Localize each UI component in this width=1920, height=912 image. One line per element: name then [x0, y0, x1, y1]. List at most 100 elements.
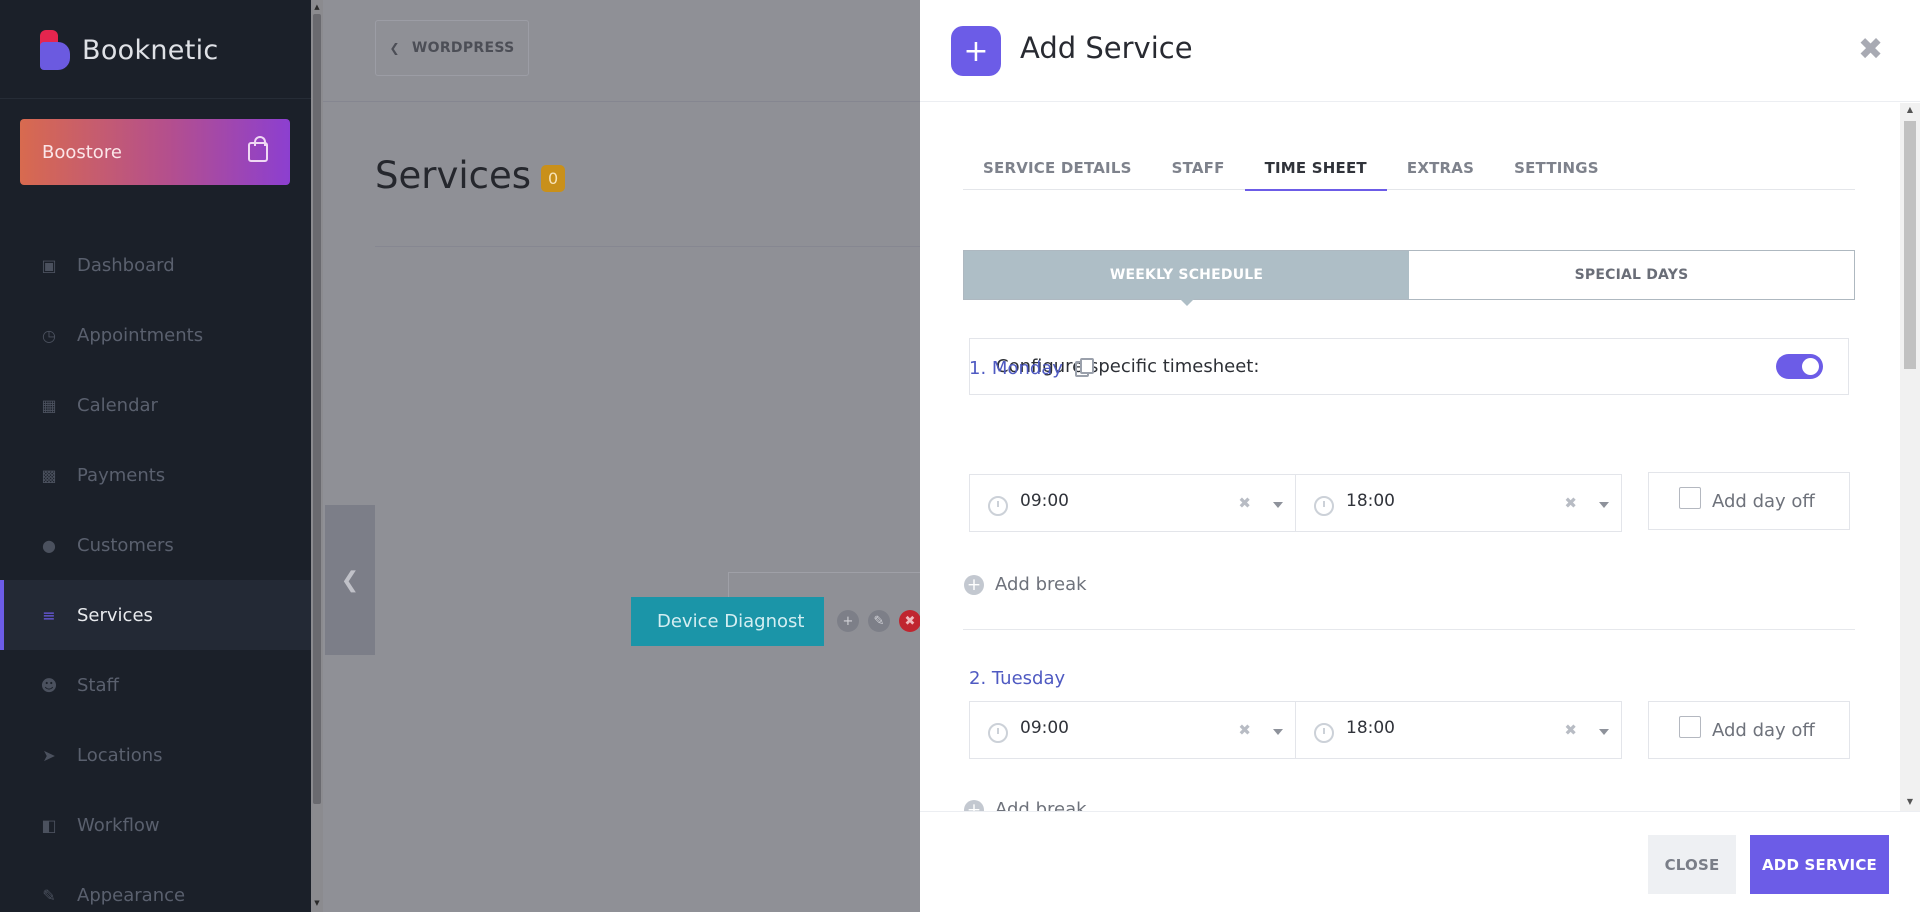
- booknetic-logo-icon: [38, 28, 72, 72]
- service-node[interactable]: Device Diagnost: [631, 597, 824, 646]
- main-content: ❮ WORDPRESS Services 0 ❮ Device Diagnost…: [323, 0, 928, 912]
- edit-icon[interactable]: ✎: [868, 610, 890, 632]
- close-button[interactable]: CLOSE: [1648, 835, 1736, 894]
- start-time-value: 09:00: [1020, 491, 1069, 511]
- sidebar-item-calendar[interactable]: ▦ Calendar: [0, 370, 311, 440]
- close-icon[interactable]: ✖: [1858, 32, 1883, 67]
- chevron-down-icon[interactable]: [1599, 729, 1609, 735]
- sidebar-item-label: Customers: [77, 534, 174, 556]
- sidebar-item-dashboard[interactable]: ▣ Dashboard: [0, 230, 311, 300]
- tab-time-sheet[interactable]: TIME SHEET: [1244, 153, 1388, 191]
- wordpress-back-button[interactable]: ❮ WORDPRESS: [375, 20, 529, 76]
- page-title-text: Services: [375, 154, 532, 197]
- sidebar-item-payments[interactable]: ▩ Payments: [0, 440, 311, 510]
- add-icon[interactable]: +: [837, 610, 859, 632]
- add-break-label: Add break: [995, 574, 1087, 595]
- modal-scrollbar[interactable]: ▲ ▼: [1900, 103, 1920, 811]
- app-name: Booknetic: [82, 34, 219, 66]
- sidebar-item-workflow[interactable]: ◧ Workflow: [0, 790, 311, 860]
- app-logo[interactable]: Booknetic: [38, 28, 219, 72]
- day-label-tuesday: 2. Tuesday: [969, 668, 1065, 689]
- chevron-down-icon[interactable]: [1273, 729, 1283, 735]
- configure-timesheet-toggle[interactable]: [1776, 354, 1823, 379]
- tab-service-details[interactable]: SERVICE DETAILS: [963, 153, 1152, 190]
- copy-icon[interactable]: [1074, 357, 1094, 377]
- sidebar-item-locations[interactable]: ➤ Locations: [0, 720, 311, 790]
- service-tree-connector: [728, 572, 928, 598]
- boostore-button[interactable]: Boostore: [20, 119, 290, 185]
- scroll-up-arrow-icon[interactable]: ▲: [1900, 105, 1920, 114]
- clock-icon: [1314, 496, 1334, 516]
- chevron-down-icon[interactable]: [1599, 502, 1609, 508]
- sidebar: Booknetic Boostore ▣ Dashboard ◷ Appoint…: [0, 0, 311, 912]
- page-title: Services 0: [375, 154, 566, 197]
- day-off-checkbox[interactable]: [1679, 487, 1701, 509]
- day-off-label: Add day off: [1712, 719, 1815, 741]
- tuesday-end-time-select[interactable]: 18:00 ✖: [1295, 701, 1622, 759]
- sidebar-item-appointments[interactable]: ◷ Appointments: [0, 300, 311, 370]
- scroll-down-arrow-icon[interactable]: ▼: [1900, 797, 1920, 806]
- chevron-left-icon: ❮: [389, 41, 400, 55]
- plus-circle-icon: +: [964, 574, 984, 595]
- clock-icon: [988, 496, 1008, 516]
- location-arrow-icon: ➤: [42, 745, 56, 765]
- collapse-panel-button[interactable]: ❮: [325, 505, 375, 655]
- title-divider: [375, 246, 920, 247]
- delete-icon[interactable]: ✖: [899, 610, 921, 632]
- chevron-down-icon[interactable]: [1273, 502, 1283, 508]
- tuesday-start-time-select[interactable]: 09:00 ✖: [969, 701, 1296, 759]
- sidebar-nav: ▣ Dashboard ◷ Appointments ▦ Calendar ▩ …: [0, 230, 311, 912]
- plus-icon: +: [951, 26, 1001, 76]
- sidebar-item-label: Dashboard: [77, 254, 175, 276]
- shopping-bag-icon: [248, 136, 268, 162]
- scrollbar-thumb[interactable]: [313, 14, 321, 804]
- tab-settings[interactable]: SETTINGS: [1494, 153, 1619, 190]
- sidebar-item-label: Payments: [77, 464, 166, 486]
- cube-icon: ▣: [41, 255, 57, 275]
- top-bar: ❮ WORDPRESS: [323, 0, 920, 102]
- sidebar-item-label: Calendar: [77, 394, 158, 416]
- clock-icon: [1314, 723, 1334, 743]
- day-name: 1. Monday: [969, 358, 1063, 379]
- sidebar-item-label: Locations: [77, 744, 163, 766]
- end-time-value: 18:00: [1346, 718, 1395, 738]
- modal-footer: CLOSE ADD SERVICE: [920, 811, 1920, 912]
- modal-title: Add Service: [1020, 31, 1193, 65]
- start-time-value: 09:00: [1020, 718, 1069, 738]
- sidebar-scrollbar[interactable]: ▲ ▼: [311, 0, 323, 912]
- add-break-label: Add break: [995, 799, 1087, 811]
- monday-add-break[interactable]: + Add break: [964, 574, 1087, 595]
- tab-extras[interactable]: EXTRAS: [1387, 153, 1494, 190]
- scrollbar-thumb[interactable]: [1904, 121, 1916, 369]
- scroll-up-arrow-icon[interactable]: ▲: [311, 3, 323, 11]
- clear-icon[interactable]: ✖: [1238, 721, 1251, 739]
- day-off-label: Add day off: [1712, 490, 1815, 512]
- sidebar-item-label: Appearance: [77, 884, 186, 906]
- sidebar-item-label: Services: [77, 604, 153, 626]
- monday-day-off[interactable]: Add day off: [1648, 472, 1850, 530]
- users-icon: ●: [42, 535, 56, 555]
- clear-icon[interactable]: ✖: [1564, 721, 1577, 739]
- day-name: 2. Tuesday: [969, 668, 1066, 689]
- tuesday-day-off[interactable]: Add day off: [1648, 701, 1850, 759]
- sidebar-item-staff[interactable]: ☻ Staff: [0, 650, 311, 720]
- day-off-checkbox[interactable]: [1679, 716, 1701, 738]
- scroll-down-arrow-icon[interactable]: ▼: [311, 899, 323, 907]
- tab-staff[interactable]: STAFF: [1152, 153, 1245, 190]
- tuesday-add-break[interactable]: + Add break: [964, 799, 1087, 811]
- clear-icon[interactable]: ✖: [1564, 494, 1577, 512]
- clock-icon: [988, 723, 1008, 743]
- add-service-button[interactable]: ADD SERVICE: [1750, 835, 1889, 894]
- sidebar-item-services[interactable]: ≡ Services: [0, 580, 311, 650]
- special-days-button[interactable]: SPECIAL DAYS: [1409, 251, 1854, 299]
- monday-start-time-select[interactable]: 09:00 ✖: [969, 474, 1296, 532]
- clear-icon[interactable]: ✖: [1238, 494, 1251, 512]
- weekly-schedule-button[interactable]: WEEKLY SCHEDULE: [964, 251, 1409, 306]
- sidebar-item-customers[interactable]: ● Customers: [0, 510, 311, 580]
- wallet-icon: ▩: [41, 465, 57, 485]
- monday-end-time-select[interactable]: 18:00 ✖: [1295, 474, 1622, 532]
- day-label-monday: 1. Monday: [969, 357, 1094, 379]
- wordpress-back-label: WORDPRESS: [411, 40, 515, 56]
- sidebar-item-appearance[interactable]: ✎ Appearance: [0, 860, 311, 912]
- boostore-label: Boostore: [42, 141, 122, 163]
